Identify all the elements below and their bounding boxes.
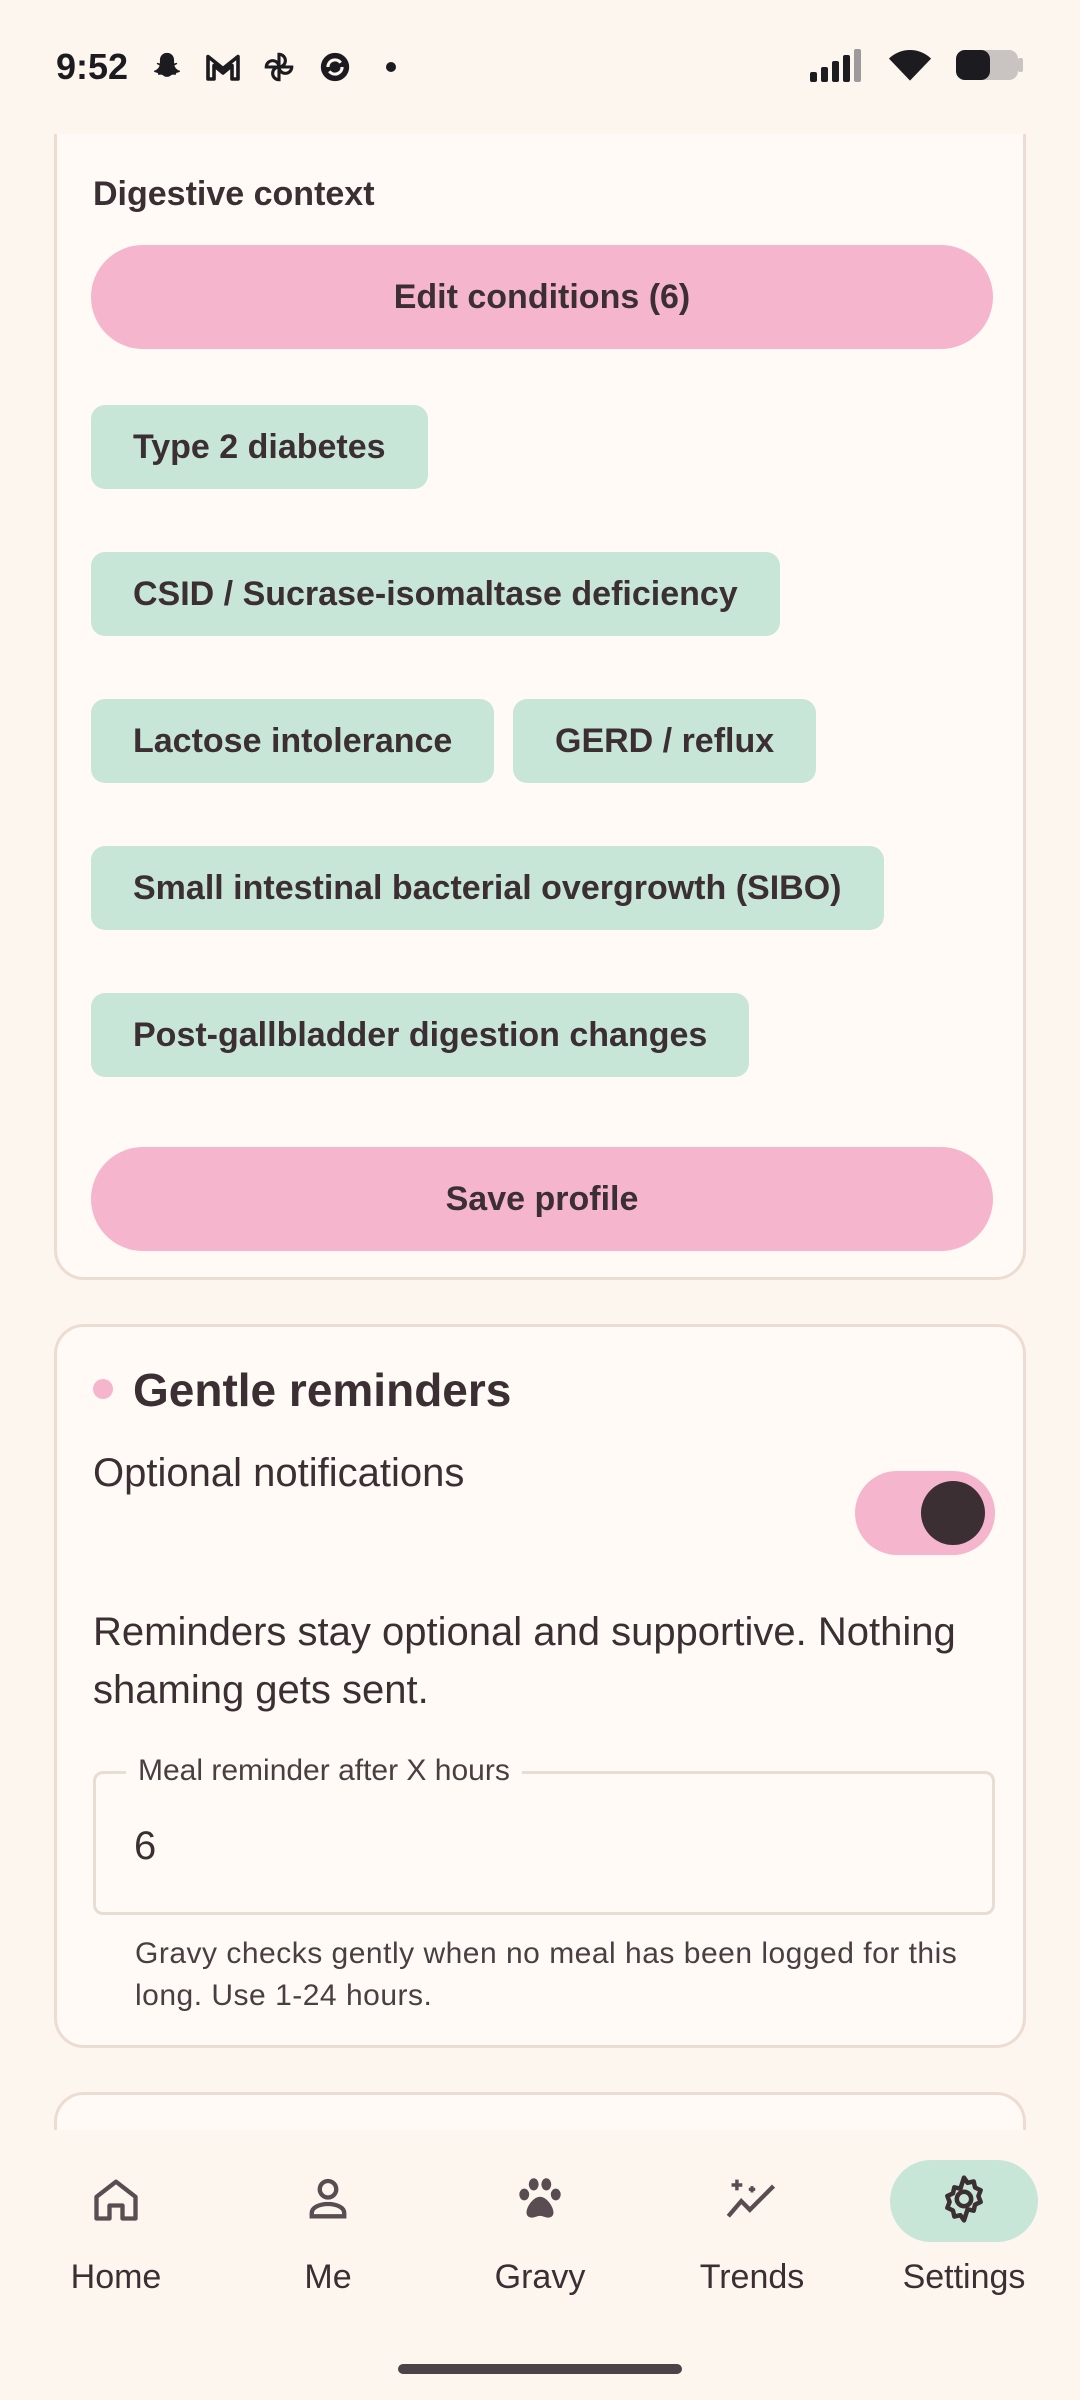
reminders-card: Gentle reminders Optional notifications …: [54, 1324, 1026, 2048]
screen: 9:52 Digestive context Edit conditions (…: [0, 0, 1080, 2400]
wifi-icon: [888, 48, 932, 87]
save-profile-button[interactable]: Save profile: [91, 1147, 993, 1251]
nav-icon-container: [254, 2160, 402, 2242]
paw-icon: [513, 2172, 567, 2231]
nav-label: Me: [304, 2258, 352, 2296]
snapchat-icon: [148, 48, 186, 86]
system-icons: [810, 47, 1024, 88]
nav-icon-container: [42, 2160, 190, 2242]
nav-settings[interactable]: Settings: [864, 2130, 1064, 2330]
battery-icon: [954, 47, 1024, 88]
nav-icon-container: [466, 2160, 614, 2242]
nav-icon-container: [890, 2160, 1038, 2242]
nav-label: Settings: [902, 2258, 1026, 2296]
condition-chip[interactable]: GERD / reflux: [513, 699, 817, 783]
field-label: Meal reminder after X hours: [126, 1754, 522, 1788]
trends-icon: [724, 2173, 780, 2230]
nav-label: Home: [70, 2258, 162, 2296]
condition-chip[interactable]: Type 2 diabetes: [91, 405, 428, 489]
notifications-toggle-label: Optional notifications: [93, 1451, 465, 1495]
nav-label: Gravy: [494, 2258, 586, 2296]
field-helper-text: Gravy checks gently when no meal has bee…: [135, 1937, 958, 2012]
status-bar: 9:52: [0, 0, 1080, 134]
support-text: Reminders stay optional and supportive. …: [93, 1610, 956, 1712]
condition-chip[interactable]: Post-gallbladder digestion changes: [91, 993, 750, 1077]
settings-content[interactable]: Digestive context Edit conditions (6) Ty…: [0, 134, 1080, 2130]
notifications-toggle[interactable]: [855, 1471, 995, 1555]
condition-chip[interactable]: Small intestinal bacterial overgrowth (S…: [91, 846, 884, 930]
card-title: Gentle reminders: [133, 1364, 512, 1416]
nav-label: Trends: [699, 2258, 805, 2296]
notification-icons: [148, 48, 410, 86]
toggle-knob: [921, 1481, 985, 1545]
home-icon: [90, 2173, 142, 2230]
signal-icon: [810, 48, 866, 87]
next-card: [54, 2092, 1026, 2130]
condition-chip[interactable]: CSID / Sucrase-isomaltase deficiency: [91, 552, 780, 636]
dot-icon: [372, 48, 410, 86]
nav-trends[interactable]: Trends: [652, 2130, 852, 2330]
gmail-icon: [204, 48, 242, 86]
status-time: 9:52: [56, 46, 129, 87]
sync-icon: [316, 48, 354, 86]
gear-icon: [937, 2172, 991, 2231]
bottom-nav: Home Me Gravy Trends Settings: [0, 2130, 1080, 2400]
accent-dot: [93, 1379, 113, 1399]
nav-icon-container: [678, 2160, 826, 2242]
pinwheel-icon: [260, 48, 298, 86]
meal-reminder-hours-input[interactable]: [134, 1818, 954, 1874]
condition-chip[interactable]: Lactose intolerance: [91, 699, 495, 783]
section-label: Digestive context: [93, 175, 375, 213]
nav-home[interactable]: Home: [16, 2130, 216, 2330]
nav-me[interactable]: Me: [228, 2130, 428, 2330]
profile-card: Digestive context Edit conditions (6) Ty…: [54, 134, 1026, 1280]
nav-gravy[interactable]: Gravy: [440, 2130, 640, 2330]
edit-conditions-button[interactable]: Edit conditions (6): [91, 245, 993, 349]
meal-reminder-field[interactable]: Meal reminder after X hours: [93, 1754, 995, 1915]
home-indicator[interactable]: [398, 2364, 682, 2374]
person-icon: [302, 2173, 354, 2230]
